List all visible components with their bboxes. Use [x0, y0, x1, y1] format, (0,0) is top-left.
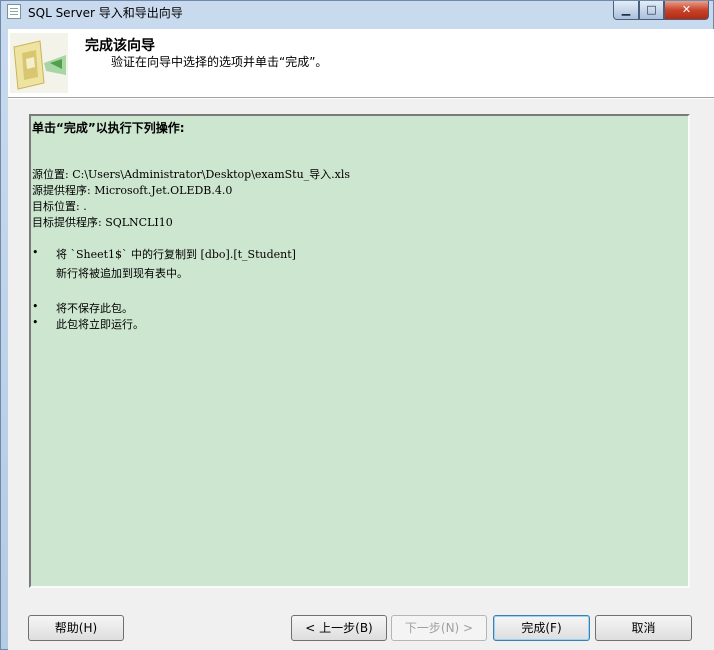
cancel-button[interactable]: 取消 — [595, 615, 692, 641]
destination-location: 目标位置: . — [32, 200, 87, 213]
wizard-window: SQL Server 导入和导出向导 ▁ □ ✕ 完成该向导 验证在向导中选择的… — [0, 0, 714, 650]
help-button[interactable]: 帮助(H) — [28, 615, 124, 641]
next-button[interactable]: 下一步(N) > — [391, 615, 487, 641]
no-save-item: 将不保存此包。 — [56, 302, 133, 315]
source-location: 源位置: C:\Users\Administrator\Desktop\exam… — [32, 168, 351, 181]
window-title: SQL Server 导入和导出向导 — [28, 6, 183, 20]
bullet-marker: • — [32, 246, 39, 259]
destination-provider: 目标提供程序: SQLNCLI10 — [32, 216, 173, 229]
app-icon — [7, 4, 21, 19]
wizard-graphic-icon — [10, 33, 68, 93]
bullet-marker: • — [32, 300, 39, 313]
wizard-client-area: 完成该向导 验证在向导中选择的选项并单击“完成”。 单击“完成”以执行下列操作:… — [8, 29, 714, 650]
close-button[interactable]: ✕ — [664, 1, 709, 20]
source-provider: 源提供程序: Microsoft.Jet.OLEDB.4.0 — [32, 184, 233, 197]
wizard-header: 完成该向导 验证在向导中选择的选项并单击“完成”。 — [8, 29, 714, 98]
minimize-button[interactable]: ▁ — [613, 1, 639, 20]
run-now-item: 此包将立即运行。 — [56, 318, 144, 331]
finish-button[interactable]: 完成(F) — [493, 615, 590, 641]
maximize-button[interactable]: □ — [639, 1, 664, 20]
header-divider — [8, 98, 714, 99]
append-note: 新行将被追加到现有表中。 — [56, 267, 188, 280]
page-subtitle: 验证在向导中选择的选项并单击“完成”。 — [111, 55, 328, 69]
copy-rows-item: 将 `Sheet1$` 中的行复制到 [dbo].[t_Student] — [56, 248, 296, 261]
summary-heading: 单击“完成”以执行下列操作: — [32, 121, 185, 135]
title-bar[interactable]: SQL Server 导入和导出向导 ▁ □ ✕ — [1, 1, 713, 23]
bullet-marker: • — [32, 316, 39, 329]
summary-panel[interactable]: 单击“完成”以执行下列操作: 源位置: C:\Users\Administrat… — [29, 114, 690, 588]
page-title: 完成该向导 — [85, 38, 155, 54]
back-button[interactable]: < 上一步(B) — [291, 615, 387, 641]
